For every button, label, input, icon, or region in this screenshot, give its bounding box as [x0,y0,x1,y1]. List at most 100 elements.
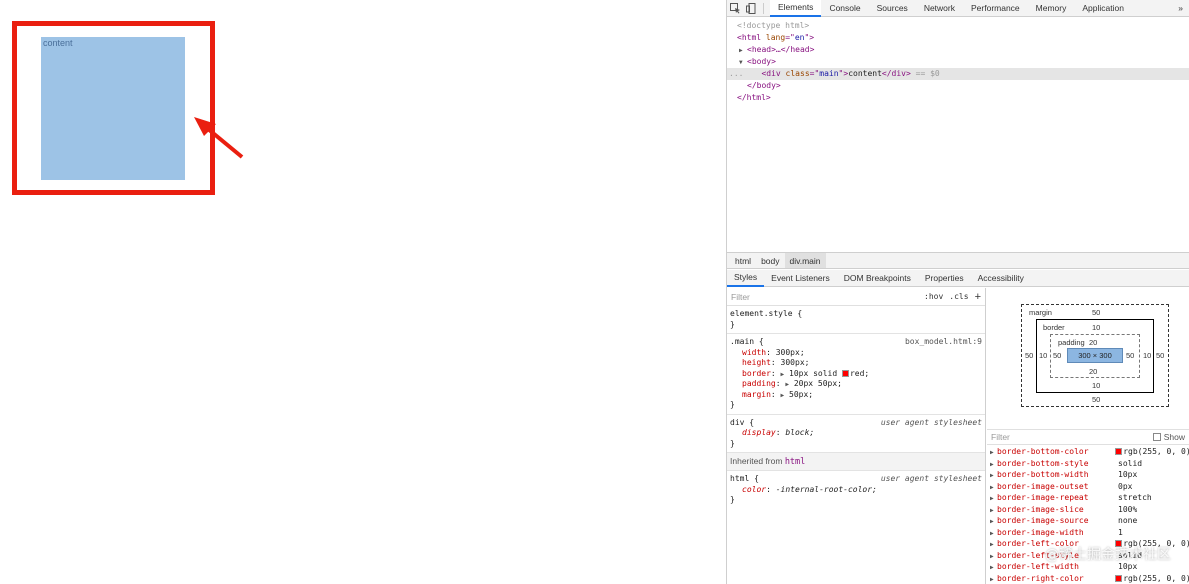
tab-application[interactable]: Application [1074,0,1132,17]
prop-margin[interactable]: margin: ▶ 50px; [730,390,982,401]
expand-triangle-icon[interactable]: ▶ [785,381,789,388]
styles-filter-row: Filter :hov .cls + [727,288,985,306]
inspect-element-icon[interactable] [727,0,743,16]
computed-property-row[interactable]: ▶ border-left-width 10px [987,561,1189,573]
devtools-toolbar: Elements Console Sources Network Perform… [727,0,1189,17]
breadcrumb-div-main[interactable]: div.main [784,253,826,268]
expand-triangle-icon[interactable]: ▶ [990,562,997,573]
dom-html-close[interactable]: </html> [727,92,1189,104]
expand-triangle-icon[interactable]: ▶ [990,574,997,584]
expand-triangle-icon[interactable]: ▶ [990,516,997,527]
color-swatch-icon[interactable] [841,369,849,377]
tab-event-listeners[interactable]: Event Listeners [764,270,837,287]
computed-property-name: ▶ border-right-color [987,573,1115,584]
expand-triangle-icon[interactable]: ▶ [990,470,997,481]
computed-property-value: 100% [1118,504,1138,514]
ua-stylesheet-label: user agent stylesheet [880,474,982,483]
tab-dom-breakpoints[interactable]: DOM Breakpoints [837,270,918,287]
breadcrumb-html[interactable]: html [730,253,756,268]
breadcrumb-body[interactable]: body [756,253,784,268]
main-div-content-area: content [41,37,185,180]
prop-border[interactable]: border: ▶ 10px solid red; [730,369,982,380]
computed-property-name: ▶ border-left-style [987,550,1118,562]
html-ua-rule: user agent stylesheet html { color: -int… [730,474,982,504]
tab-performance[interactable]: Performance [963,0,1028,17]
computed-property-value: rgb(255, 0, 0) [1115,446,1189,458]
computed-filter-row: Filter Show [987,429,1189,445]
element-style-selector[interactable]: element.style { [730,309,982,320]
tab-accessibility[interactable]: Accessibility [971,270,1031,287]
new-rule-button[interactable]: + [975,291,981,303]
device-toolbar-icon[interactable] [743,0,759,16]
inherited-from-header: Inherited from html [727,453,985,471]
computed-property-name: ▶ border-bottom-style [987,458,1118,470]
computed-property-value: 0px [1118,481,1133,491]
prop-padding[interactable]: padding: ▶ 20px 50px; [730,379,982,390]
expand-triangle-icon[interactable]: ▶ [990,539,997,550]
computed-property-name: ▶ border-image-width [987,527,1118,539]
box-model-diagram: 300 × 300 margin 50 50 50 50 border 10 1… [987,288,1189,428]
computed-filter-input[interactable]: Filter [991,432,1010,442]
computed-property-value: 1 [1118,527,1123,537]
computed-property-row[interactable]: ▶ border-bottom-style solid [987,458,1189,470]
computed-property-row[interactable]: ▶ border-left-color rgb(255, 0, 0) [987,538,1189,550]
prop-height[interactable]: height: 300px; [730,358,982,369]
box-model-content[interactable]: 300 × 300 [1067,348,1123,363]
dom-body-close[interactable]: </body> [727,80,1189,92]
dom-doctype[interactable]: <!doctype html> [727,20,1189,32]
more-tabs-button[interactable]: » [1172,3,1189,13]
tab-styles[interactable]: Styles [727,270,765,287]
expand-triangle-icon[interactable]: ▶ [990,505,997,516]
styles-filter-input[interactable]: Filter [731,292,918,302]
red-arrow-annotation [194,117,244,159]
computed-property-name: ▶ border-image-repeat [987,492,1118,504]
cls-button[interactable]: .cls [949,292,968,301]
content-text: content [43,38,73,48]
sidebar-tabs: Styles Event Listeners DOM Breakpoints P… [727,270,1189,287]
expand-triangle-icon[interactable]: ▶ [781,392,785,399]
expand-triangle-icon[interactable]: ▶ [990,459,997,470]
tab-elements[interactable]: Elements [770,0,822,17]
tab-console[interactable]: Console [821,0,868,17]
computed-property-value: 10px [1118,470,1138,479]
styles-pane: Filter :hov .cls + element.style { } box… [727,288,986,584]
expand-triangle-icon[interactable]: ▶ [990,482,997,493]
expand-triangle-icon[interactable]: ▶ [990,447,997,458]
computed-property-row[interactable]: ▶ border-bottom-width 10px [987,469,1189,481]
computed-property-row[interactable]: ▶ border-image-slice 100% [987,504,1189,516]
computed-property-row[interactable]: ▶ border-bottom-color rgb(255, 0, 0) [987,446,1189,458]
hov-button[interactable]: :hov [924,292,943,301]
dom-body-open[interactable]: ▼ <body> [727,56,1189,68]
inherited-html-link[interactable]: html [785,457,805,467]
tab-memory[interactable]: Memory [1028,0,1075,17]
element-style-rule: element.style { } [727,306,985,334]
dom-head[interactable]: ▶ <head>…</head> [727,44,1189,56]
tab-sources[interactable]: Sources [869,0,916,17]
rule-source-link[interactable]: box_model.html:9 [905,337,982,346]
expand-triangle-icon[interactable]: ▶ [990,493,997,504]
computed-property-name: ▶ border-left-width [987,561,1118,573]
dom-div-main-selected[interactable]: ... <div class="main">content</div> == $0 [727,68,1189,80]
computed-property-value: stretch [1118,493,1152,502]
computed-property-value: solid [1118,550,1143,560]
main-class-rule: box_model.html:9 .main { width: 300px; h… [727,334,985,415]
show-all-checkbox[interactable]: Show [1152,432,1185,442]
expand-triangle-icon[interactable]: ▶ [990,528,997,539]
dom-html-open[interactable]: <html lang="en"> [727,32,1189,44]
tab-network[interactable]: Network [916,0,963,17]
computed-property-row[interactable]: ▶ border-image-width 1 [987,527,1189,539]
computed-property-row[interactable]: ▶ border-image-outset 0px [987,481,1189,493]
computed-property-row[interactable]: ▶ border-image-repeat stretch [987,492,1189,504]
color-swatch-icon [1115,574,1123,582]
prop-width[interactable]: width: 300px; [730,348,982,359]
tab-properties[interactable]: Properties [918,270,971,287]
computed-property-row[interactable]: ▶ border-image-source none [987,515,1189,527]
computed-property-row[interactable]: ▶ border-right-color rgb(255, 0, 0) [987,573,1189,584]
expand-triangle-icon[interactable]: ▶ [990,551,997,562]
prop-color: color: -internal-root-color; [742,484,877,494]
checkbox-icon[interactable] [1152,433,1161,441]
computed-property-name: ▶ border-left-color [987,538,1115,550]
expand-triangle-icon[interactable]: ▶ [781,371,785,378]
computed-property-row[interactable]: ▶ border-left-style solid [987,550,1189,562]
computed-property-name: ▶ border-image-source [987,515,1118,527]
